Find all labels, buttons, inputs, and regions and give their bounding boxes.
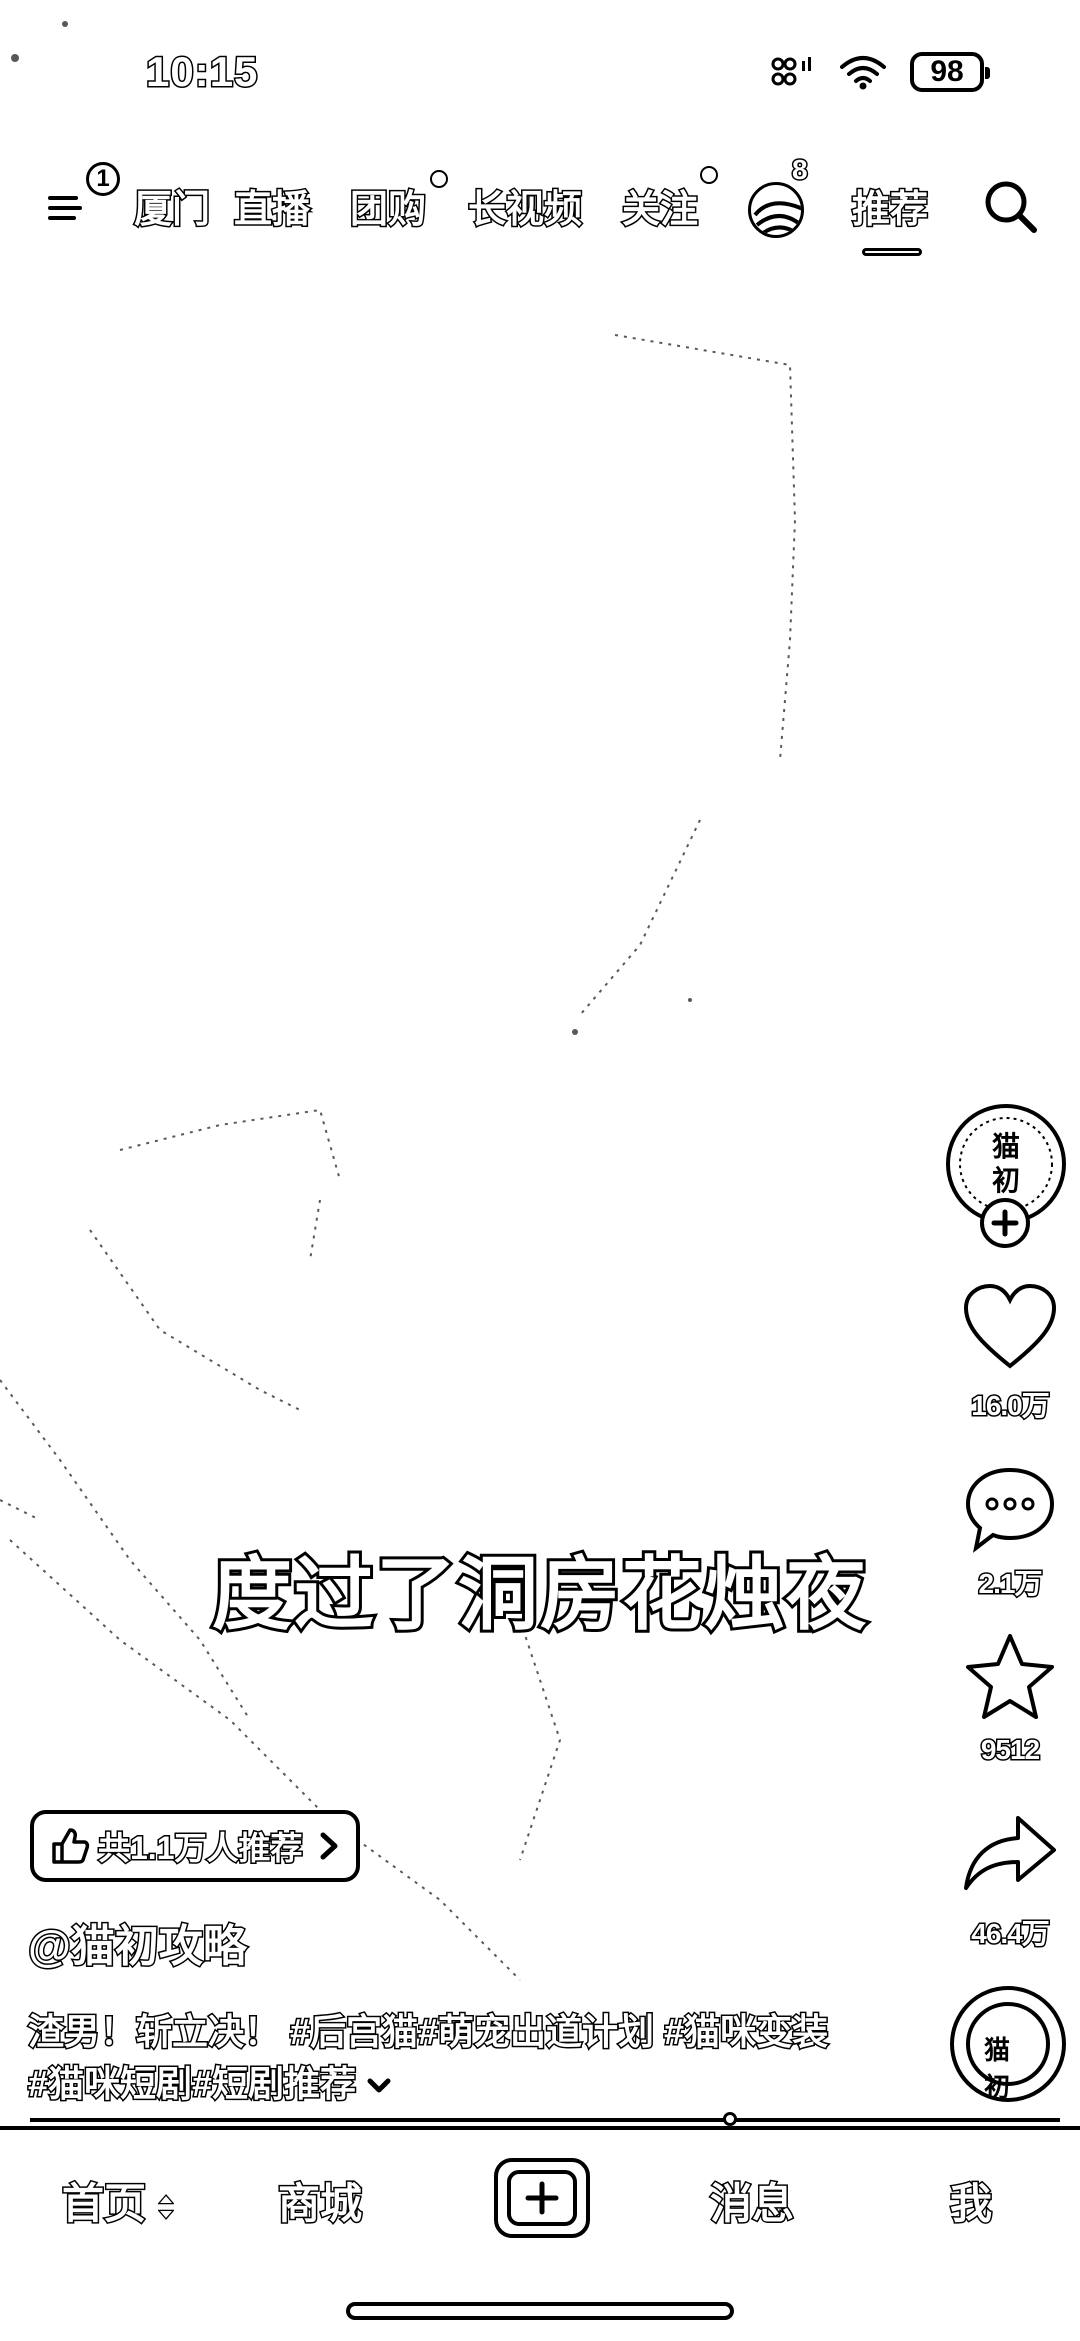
refresh-arrows-icon: [156, 2193, 175, 2220]
tab-home-label: 首页: [60, 2179, 147, 2229]
menu-button[interactable]: 1: [46, 162, 120, 228]
video-frame[interactable]: [0, 0, 1080, 2341]
tab-following[interactable]: 关注: [620, 178, 699, 233]
friend-avatar-icon: [753, 201, 801, 235]
chevron-right-icon: [320, 1832, 337, 1860]
heart-icon: [963, 1283, 1057, 1369]
progress-track[interactable]: [30, 2118, 1060, 2122]
like-button[interactable]: [960, 1282, 1060, 1372]
tab-me[interactable]: 我: [948, 2170, 993, 2231]
tab-group-buy-dot: [430, 170, 448, 188]
tab-friends-avatar[interactable]: [748, 182, 804, 238]
post-caption[interactable]: 渣男！斩立决！ #后宫猫#萌宠出道计划 #猫咪变装 #猫咪短剧#短剧推荐: [26, 2006, 848, 2110]
thumbs-up-icon: [52, 1828, 90, 1864]
share-button[interactable]: [962, 1812, 1058, 1892]
bottom-divider: [0, 2126, 1080, 2130]
plus-icon: [525, 2181, 559, 2215]
caption-text: 渣男！斩立决！ #后宫猫#萌宠出道计划 #猫咪变装 #猫咪短剧#短剧推荐: [26, 2010, 829, 2106]
battery-level: 98: [930, 55, 964, 88]
friends-badge: 8: [791, 153, 809, 187]
video-subtitle: 度过了洞房花烛夜: [209, 1547, 869, 1642]
tab-following-dot: [700, 166, 718, 184]
music-disc-text: 猫初: [984, 2035, 1011, 2102]
active-tab-indicator: [862, 248, 922, 256]
like-count: 16.0万: [970, 1389, 1052, 1423]
top-nav: 1 厦门 直播 团购 长视频 关注 8 推荐: [0, 153, 1080, 256]
music-disc[interactable]: 猫初: [948, 1984, 1068, 2104]
author-name[interactable]: @猫初攻略: [27, 1910, 249, 1974]
menu-badge-count: 1: [96, 165, 110, 192]
tab-mall[interactable]: 商城: [276, 2170, 363, 2231]
search-icon[interactable]: [980, 176, 1040, 236]
publish-inner: [507, 2170, 577, 2226]
tab-live[interactable]: 直播: [232, 178, 311, 233]
menu-icon: [48, 196, 82, 220]
wifi-icon: [840, 56, 886, 90]
tab-long-video[interactable]: 长视频: [466, 178, 583, 233]
recommend-text: 共1.1万人推荐: [97, 1829, 304, 1868]
tab-location[interactable]: 厦门: [132, 178, 211, 233]
home-indicator[interactable]: [346, 2302, 734, 2320]
menu-badge: 1: [86, 162, 120, 196]
battery-icon: 98: [910, 52, 990, 92]
publish-button[interactable]: [494, 2158, 590, 2238]
tab-messages[interactable]: 消息: [708, 2170, 795, 2231]
favorite-count: 9512: [979, 1733, 1041, 1767]
tab-group-buy[interactable]: 团购: [348, 178, 427, 233]
chevron-down-icon[interactable]: [366, 2076, 392, 2096]
tab-recommend[interactable]: 推荐: [850, 178, 929, 233]
recommend-pill[interactable]: 共1.1万人推荐: [30, 1810, 360, 1882]
author-avatar-text: 猫初: [991, 1131, 1020, 1196]
grid-signal-icon: [771, 57, 811, 86]
status-time: 10:15: [144, 47, 259, 97]
plus-icon: [991, 1209, 1019, 1237]
tab-home[interactable]: 首页: [60, 2170, 175, 2231]
share-icon: [964, 1816, 1056, 1890]
share-count: 46.4万: [970, 1917, 1052, 1951]
follow-button[interactable]: [980, 1198, 1030, 1248]
status-icons: 98: [770, 52, 990, 92]
